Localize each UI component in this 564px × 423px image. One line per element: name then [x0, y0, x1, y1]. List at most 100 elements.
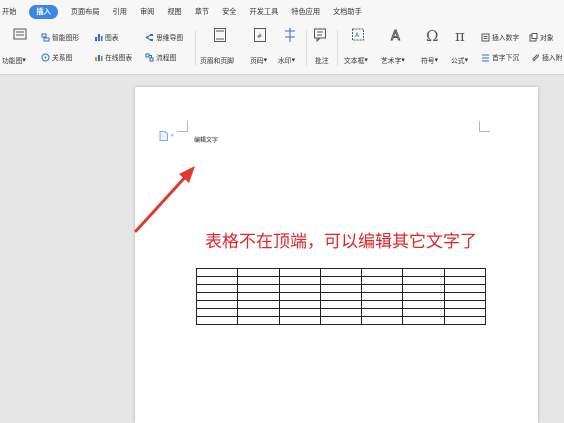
table-cell[interactable]: [402, 276, 445, 285]
art-text-icon[interactable]: A: [389, 27, 403, 44]
table-cell[interactable]: [237, 276, 280, 285]
table-cell[interactable]: [278, 300, 321, 309]
watermark-icon[interactable]: [283, 27, 297, 43]
table-cell[interactable]: [443, 316, 487, 325]
page-number-button[interactable]: 页码 ▾: [250, 55, 267, 65]
table-cell[interactable]: [319, 300, 363, 309]
chart-button[interactable]: 图表: [94, 32, 119, 42]
tab-chapter[interactable]: 章节: [195, 7, 209, 17]
document-table[interactable]: [195, 268, 487, 325]
table-cell[interactable]: [319, 268, 363, 277]
table-cell[interactable]: [278, 268, 321, 277]
table-row: [195, 300, 487, 309]
table-cell[interactable]: [195, 292, 239, 301]
table-cell[interactable]: [402, 284, 445, 293]
table-cell[interactable]: [443, 308, 487, 317]
function-chart-button[interactable]: 功能图 ▾: [2, 55, 26, 65]
flow-chart-button[interactable]: 流程图: [145, 52, 176, 62]
table-cell[interactable]: [361, 292, 404, 301]
table-cell[interactable]: [278, 276, 321, 285]
comment-icon[interactable]: [313, 27, 327, 43]
table-cell[interactable]: [402, 300, 445, 309]
formula-icon[interactable]: π: [455, 27, 471, 43]
art-text-button[interactable]: 艺术字 ▾: [381, 55, 405, 65]
table-cell[interactable]: [402, 308, 445, 317]
table-cell[interactable]: [361, 284, 404, 293]
insert-attachment-button[interactable]: 插入附: [531, 52, 562, 62]
drop-cap-button[interactable]: 首字下沉: [481, 52, 519, 62]
tab-insert[interactable]: 插入: [29, 5, 58, 19]
page-number-icon[interactable]: #: [253, 27, 267, 43]
table-cell[interactable]: [402, 316, 445, 325]
table-cell[interactable]: [195, 316, 239, 325]
table-cell[interactable]: [319, 276, 363, 285]
chevron-down-icon: ▾: [22, 56, 26, 64]
table-cell[interactable]: [319, 316, 363, 325]
table-cell[interactable]: [278, 316, 321, 325]
tab-doc-assistant[interactable]: 文档助手: [333, 7, 362, 17]
tab-home[interactable]: 开始: [2, 7, 16, 17]
document-page[interactable]: ▾ 编辑文字 表格不在顶端，可以编辑其它文字了: [135, 87, 538, 423]
table-cell[interactable]: [195, 268, 239, 277]
table-cell[interactable]: [278, 284, 321, 293]
menu-bar: 开始 插入 页面布局 引用 审阅 视图 章节 安全 开发工具 特色应用 文档助手: [0, 0, 564, 24]
table-cell[interactable]: [361, 308, 404, 317]
comment-button[interactable]: 批注: [315, 55, 329, 65]
mind-map-button[interactable]: 思维导图: [145, 32, 183, 42]
table-cell[interactable]: [361, 316, 404, 325]
insert-number-button[interactable]: 插入数字: [481, 32, 519, 42]
online-chart-button[interactable]: 在线图表: [94, 52, 132, 62]
insert-number-icon: [481, 33, 490, 41]
online-chart-icon: [95, 54, 103, 61]
table-cell[interactable]: [237, 316, 280, 325]
table-cell[interactable]: [195, 276, 239, 285]
header-footer-icon[interactable]: [213, 27, 227, 43]
table-cell[interactable]: [319, 292, 363, 301]
header-footer-button[interactable]: 页眉和页脚: [200, 55, 234, 65]
tab-view[interactable]: 视图: [167, 7, 181, 17]
table-cell[interactable]: [237, 300, 280, 309]
table-cell[interactable]: [319, 284, 363, 293]
table-cell[interactable]: [443, 284, 487, 293]
table-cell[interactable]: [402, 292, 445, 301]
tab-review[interactable]: 审阅: [140, 7, 154, 17]
paste-options-button[interactable]: ▾: [159, 131, 174, 141]
table-cell[interactable]: [402, 268, 445, 277]
flow-chart-label: 流程图: [156, 54, 177, 62]
tab-security[interactable]: 安全: [222, 7, 236, 17]
chevron-down-icon: ▾: [364, 56, 368, 64]
symbol-icon[interactable]: Ω: [426, 27, 440, 43]
table-cell[interactable]: [443, 292, 487, 301]
table-cell[interactable]: [278, 292, 321, 301]
table-cell[interactable]: [195, 300, 239, 309]
table-cell[interactable]: [195, 284, 239, 293]
table-cell[interactable]: [361, 300, 404, 309]
tab-special-apps[interactable]: 特色应用: [291, 7, 320, 17]
header-text[interactable]: 编辑文字: [194, 135, 218, 144]
table-cell[interactable]: [237, 268, 280, 277]
smart-shape-button[interactable]: 智能图形: [41, 32, 79, 42]
table-cell[interactable]: [361, 268, 404, 277]
relation-chart-button[interactable]: 关系图: [41, 52, 72, 62]
tab-references[interactable]: 引用: [113, 7, 127, 17]
table-cell[interactable]: [443, 300, 487, 309]
table-cell[interactable]: [443, 268, 487, 277]
object-button[interactable]: 对象: [529, 32, 554, 42]
table-cell[interactable]: [319, 308, 363, 317]
watermark-button[interactable]: 水印 ▾: [278, 55, 295, 65]
formula-button[interactable]: 公式 ▾: [451, 55, 468, 65]
table-cell[interactable]: [195, 308, 239, 317]
table-cell[interactable]: [278, 308, 321, 317]
table-cell[interactable]: [237, 292, 280, 301]
textbox-button[interactable]: 文本框 ▾: [344, 55, 368, 65]
tab-developer[interactable]: 开发工具: [250, 7, 279, 17]
tab-page-layout[interactable]: 页面布局: [71, 7, 100, 17]
table-cell[interactable]: [237, 308, 280, 317]
table-cell[interactable]: [443, 276, 487, 285]
table-row: [195, 268, 487, 277]
table-cell[interactable]: [237, 284, 280, 293]
function-chart-icon[interactable]: [13, 27, 27, 41]
textbox-icon[interactable]: A: [351, 27, 365, 43]
symbol-button[interactable]: 符号 ▾: [421, 55, 438, 65]
table-cell[interactable]: [361, 276, 404, 285]
